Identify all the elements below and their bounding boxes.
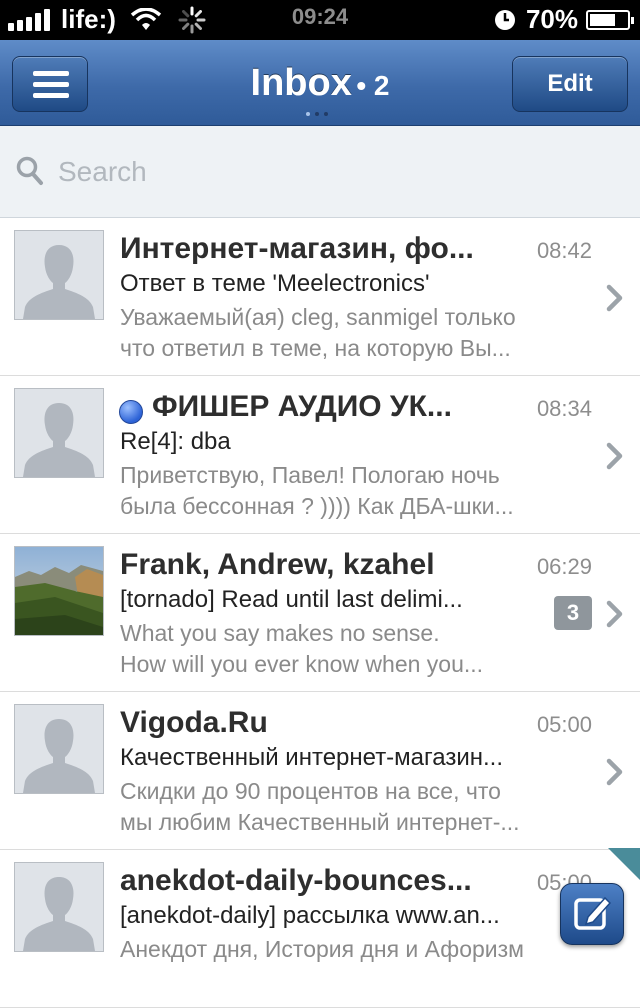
unread-indicator: [119, 400, 143, 424]
sender-name: ФИШЕР АУДИО УК...: [152, 390, 452, 423]
avatar: [14, 230, 104, 320]
message-time: 08:34: [536, 396, 592, 421]
battery-icon: [586, 9, 634, 30]
message-preview: Скидки до 90 процентов на все, что мы лю…: [120, 776, 560, 838]
message-time: 06:29: [536, 554, 592, 579]
person-placeholder-icon: [15, 863, 103, 951]
sender-name: Frank, Andrew, kzahel: [120, 548, 435, 581]
chevron-right-icon: [606, 758, 623, 786]
sender-name: Vigoda.Ru: [120, 706, 268, 739]
preview-line-2: была бессонная ? )))) Как ДБА-шки...: [120, 493, 514, 519]
message-subject: [anekdot-daily] рассылка www.an...: [120, 902, 500, 929]
search-bar: [0, 126, 640, 218]
message-preview: Приветствую, Павел! Пологаю ночь была бе…: [120, 460, 560, 522]
message-subject: Re[4]: dba: [120, 428, 231, 455]
message-preview: Уважаемый(ая) cleg, sanmigel только что …: [120, 302, 560, 364]
message-subject: Качественный интернет-магазин...: [120, 744, 503, 771]
message-row[interactable]: ФИШЕР АУДИО УК... 08:34 Re[4]: dba Приве…: [0, 376, 640, 534]
message-time: 08:42: [536, 238, 592, 263]
battery-fill: [590, 13, 616, 26]
preview-line-2: How will you ever know when you...: [120, 651, 484, 677]
page-curl-corner[interactable]: [608, 848, 640, 880]
preview-line-1: Приветствую, Павел! Пологаю ночь: [120, 462, 500, 488]
battery-percent: 70%: [525, 4, 578, 34]
message-subject: Ответ в теме 'Meelectronics': [120, 270, 430, 297]
edit-button[interactable]: Edit: [512, 56, 628, 112]
status-right: 70%: [494, 4, 634, 35]
navigation-bar: Inbox • 2 Edit: [0, 40, 640, 126]
thread-count-badge: 3: [554, 596, 592, 630]
preview-line-1: Скидки до 90 процентов на все, что: [120, 778, 501, 804]
message-row[interactable]: anekdot-daily-bounces... 05:00 [anekdot-…: [0, 850, 640, 1008]
message-row[interactable]: Vigoda.Ru 05:00 Качественный интернет-ма…: [0, 692, 640, 850]
chevron-right-icon: [606, 284, 623, 312]
preview-line-1: What you say makes no sense.: [120, 620, 440, 646]
preview-line-1: Уважаемый(ая) cleg, sanmigel только: [120, 304, 516, 330]
inbox-title: Inbox: [250, 62, 352, 104]
search-icon: [16, 156, 43, 185]
person-placeholder-icon: [15, 231, 103, 319]
landscape-photo-avatar: [15, 547, 103, 635]
message-time: 05:00: [536, 712, 592, 737]
status-bar: life:) 09:24 70%: [0, 0, 640, 40]
compose-button[interactable]: [560, 883, 624, 945]
chevron-right-icon: [606, 600, 623, 628]
avatar: [14, 704, 104, 794]
unread-count: • 2: [356, 70, 390, 101]
person-placeholder-icon: [15, 389, 103, 477]
compose-icon: [574, 896, 612, 930]
avatar: [14, 862, 104, 952]
message-preview: Анекдот дня, История дня и Афоризм: [120, 934, 560, 996]
page-indicator: [306, 112, 333, 116]
message-list: Интернет-магазин, фо... 08:42 Ответ в те…: [0, 218, 640, 1008]
sender-name: Интернет-магазин, фо...: [120, 232, 474, 265]
clock-icon: [494, 9, 515, 30]
message-row[interactable]: Интернет-магазин, фо... 08:42 Ответ в те…: [0, 218, 640, 376]
message-preview: What you say makes no sense. How will yo…: [120, 618, 560, 680]
preview-line-1: Анекдот дня, История дня и Афоризм: [120, 936, 524, 962]
avatar: [14, 546, 104, 636]
message-subject: [tornado] Read until last delimi...: [120, 586, 463, 613]
preview-line-2: мы любим Качественный интернет-...: [120, 809, 520, 835]
search-input[interactable]: [58, 152, 618, 192]
message-row[interactable]: Frank, Andrew, kzahel 06:29 [tornado] Re…: [0, 534, 640, 692]
sender-name: anekdot-daily-bounces...: [120, 864, 472, 897]
preview-line-2: что ответил в теме, на которую Вы...: [120, 335, 511, 361]
person-placeholder-icon: [15, 705, 103, 793]
avatar: [14, 388, 104, 478]
chevron-right-icon: [606, 442, 623, 470]
